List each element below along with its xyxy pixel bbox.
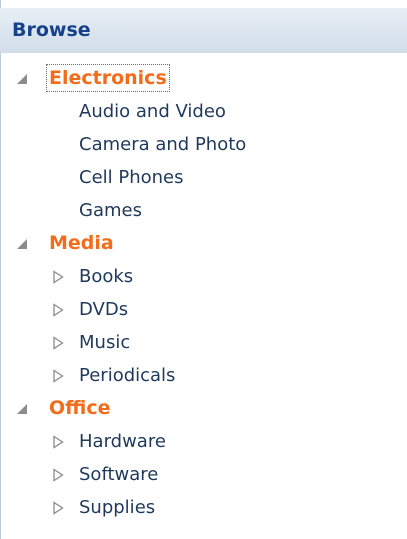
collapsed-triangle-icon[interactable] (52, 270, 64, 284)
collapsed-triangle-icon[interactable] (52, 468, 64, 482)
tree-item-audio-and-video[interactable]: Audio and Video (0, 95, 407, 128)
tree-item-label[interactable]: Games (79, 194, 142, 227)
browse-panel: Browse Electronics Audio and Video Camer… (0, 0, 407, 539)
tree-children-media: Books DVDs Music Periodicals (0, 260, 407, 392)
tree-row-office[interactable]: Office (0, 392, 407, 425)
tree-item-label[interactable]: Books (79, 260, 133, 293)
tree-item-label[interactable]: Hardware (79, 425, 166, 458)
collapsed-triangle-icon[interactable] (52, 501, 64, 515)
tree-item-dvds[interactable]: DVDs (0, 293, 407, 326)
tree-item-label[interactable]: DVDs (79, 293, 128, 326)
tree-node-office: Office Hardware Software Supplies (0, 392, 407, 524)
tree-node-media: Media Books DVDs Music Periodicals (0, 227, 407, 392)
tree-item-label[interactable]: Audio and Video (79, 95, 226, 128)
tree-item-periodicals[interactable]: Periodicals (0, 359, 407, 392)
tree-item-label[interactable]: Camera and Photo (79, 128, 246, 161)
tree-item-camera-and-photo[interactable]: Camera and Photo (0, 128, 407, 161)
tree-item-supplies[interactable]: Supplies (0, 491, 407, 524)
expanded-triangle-icon[interactable] (16, 403, 28, 415)
expanded-triangle-icon[interactable] (16, 238, 28, 250)
tree-item-music[interactable]: Music (0, 326, 407, 359)
tree-item-software[interactable]: Software (0, 458, 407, 491)
tree-row-media[interactable]: Media (0, 227, 407, 260)
tree-item-games[interactable]: Games (0, 194, 407, 227)
tree-item-cell-phones[interactable]: Cell Phones (0, 161, 407, 194)
tree-row-electronics[interactable]: Electronics (0, 62, 407, 95)
panel-title: Browse (12, 19, 91, 41)
expanded-triangle-icon[interactable] (16, 73, 28, 85)
tree-item-hardware[interactable]: Hardware (0, 425, 407, 458)
tree-item-label[interactable]: Cell Phones (79, 161, 184, 194)
collapsed-triangle-icon[interactable] (52, 336, 64, 350)
tree-item-label[interactable]: Software (79, 458, 158, 491)
tree-label-electronics[interactable]: Electronics (46, 64, 170, 92)
tree-label-office[interactable]: Office (49, 392, 111, 425)
collapsed-triangle-icon[interactable] (52, 435, 64, 449)
tree-item-label[interactable]: Supplies (79, 491, 155, 524)
tree-children-office: Hardware Software Supplies (0, 425, 407, 524)
tree-node-electronics: Electronics Audio and Video Camera and P… (0, 62, 407, 227)
collapsed-triangle-icon[interactable] (52, 369, 64, 383)
tree-label-media[interactable]: Media (49, 227, 114, 260)
category-tree: Electronics Audio and Video Camera and P… (0, 62, 407, 524)
tree-item-label[interactable]: Periodicals (79, 359, 175, 392)
panel-header: Browse (0, 8, 407, 53)
tree-children-electronics: Audio and Video Camera and Photo Cell Ph… (0, 95, 407, 227)
tree-item-label[interactable]: Music (79, 326, 130, 359)
collapsed-triangle-icon[interactable] (52, 303, 64, 317)
tree-item-books[interactable]: Books (0, 260, 407, 293)
